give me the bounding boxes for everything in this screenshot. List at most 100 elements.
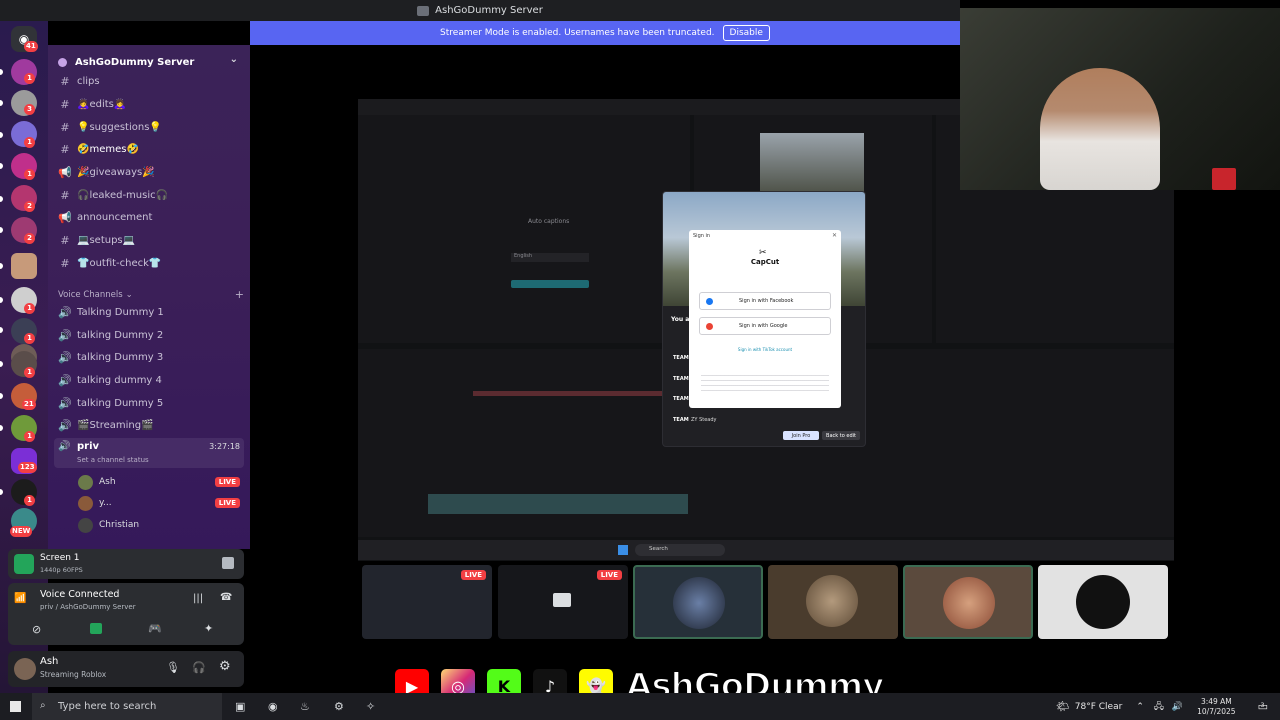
server-icon[interactable] <box>11 253 37 279</box>
rail-badge: 1 <box>24 333 35 344</box>
channel-status[interactable]: Set a channel status <box>77 456 149 464</box>
channel-giveaways[interactable]: 📢 🎉giveaways🎉 <box>58 162 244 182</box>
disable-streamer-button[interactable]: Disable <box>722 25 770 41</box>
channel-label: 🎧leaked-music🎧 <box>77 189 169 201</box>
participant-thumbnail[interactable] <box>903 565 1033 639</box>
facebook-icon <box>706 297 713 305</box>
join-pro-button[interactable]: Join Pro <box>783 431 819 440</box>
stream-thumbnail[interactable]: LIVE <box>362 565 492 639</box>
channel-setups[interactable]: # 💻setups💻 <box>58 230 244 250</box>
channel-edits[interactable]: # 🙇‍♀️edits🙇‍♀️ <box>58 94 244 114</box>
rail-badge: 123 <box>18 462 37 473</box>
app-icon[interactable]: ◉ <box>268 700 278 713</box>
unread-pip <box>0 163 3 169</box>
capcut-media-panel: Auto captions English <box>358 115 690 343</box>
voice-channels-header[interactable]: Voice Channels ⌄ + <box>58 288 244 301</box>
active-voice-channel[interactable]: 🔊 priv 3:27:18 Set a channel status <box>54 438 244 468</box>
announcement-icon: 📢 <box>58 165 72 179</box>
stream-thumbnail[interactable]: LIVE <box>498 565 628 639</box>
language-select[interactable]: English <box>511 253 589 262</box>
network-icon[interactable]: 🖧 <box>1154 699 1164 715</box>
voice-channel[interactable]: 🔊 talking dummy 4 <box>58 370 244 390</box>
channel-outfit-check[interactable]: # 👕outfit-check👕 <box>58 253 244 273</box>
channel-announcement[interactable]: 📢 announcement <box>58 207 244 227</box>
facebook-sign-in-button[interactable]: Sign in with Facebook <box>699 292 831 310</box>
taskbar-clock[interactable]: 3:49 AM 10/7/2025 <box>1197 697 1235 717</box>
back-to-edit-button[interactable]: Back to edit <box>822 431 860 440</box>
channel-clips[interactable]: # clips <box>58 71 244 91</box>
voice-channel[interactable]: 🔊 talking Dummy 3 <box>58 347 244 367</box>
search-placeholder: Type here to search <box>58 701 157 712</box>
stop-stream-icon[interactable] <box>222 557 234 569</box>
close-icon[interactable]: ✕ <box>832 232 837 239</box>
notification-icon[interactable]: ▭ 3 <box>1258 700 1268 713</box>
team-label: TEAM <box>673 396 689 402</box>
headphones-icon[interactable]: 🎧 <box>192 661 206 674</box>
voice-channel[interactable]: 🔊 talking Dummy 2 <box>58 325 244 345</box>
rail-badge: 1 <box>24 73 35 84</box>
speaker-icon: 🔊 <box>58 350 72 364</box>
channel-leaked-music[interactable]: # 🎧leaked-music🎧 <box>58 185 244 205</box>
taskbar-search[interactable]: ⌕ Type here to search <box>32 693 222 720</box>
hash-icon: # <box>60 97 70 111</box>
discord-app-icon <box>417 5 430 16</box>
steam-icon[interactable]: ♨ <box>300 700 310 713</box>
voice-member[interactable]: Christian <box>78 516 240 534</box>
unread-pip <box>0 227 3 233</box>
screen-share-button-icon[interactable] <box>90 623 102 634</box>
voice-channel[interactable]: 🔊 🎬Streaming🎬 <box>58 415 244 435</box>
settings-icon[interactable]: ⚙ <box>219 659 231 674</box>
unread-pip <box>0 327 3 333</box>
voice-channel[interactable]: 🔊 talking Dummy 5 <box>58 393 244 413</box>
hash-icon: # <box>60 74 70 88</box>
voice-channel-label: talking dummy 4 <box>77 374 162 386</box>
tiktok-sign-in-link[interactable]: Sign in with TikTok account <box>689 347 841 352</box>
generate-button[interactable] <box>511 280 589 288</box>
voice-connected-sub[interactable]: priv / AshGoDummy Server <box>40 603 136 611</box>
sign-in-dialog: Sign in ✕ ✂ CapCut Sign in with Facebook… <box>689 230 841 408</box>
google-sign-in-button[interactable]: Sign in with Google <box>699 317 831 335</box>
chevron-up-icon[interactable]: ⌃ <box>1136 702 1144 712</box>
avatar[interactable] <box>14 658 36 680</box>
voice-channel-label: talking Dummy 5 <box>77 397 164 409</box>
participant-thumbnail[interactable] <box>633 565 763 639</box>
voice-channel[interactable]: 🔊 Talking Dummy 1 <box>58 302 244 322</box>
windows-start-icon[interactable] <box>10 701 21 712</box>
participant-thumbnail[interactable] <box>768 565 898 639</box>
add-channel-icon[interactable]: + <box>235 288 244 301</box>
terms-notice <box>701 375 829 391</box>
voice-member[interactable]: Ash LIVE <box>78 473 240 491</box>
noise-suppression-icon[interactable]: ||| <box>193 593 203 604</box>
settings-icon[interactable]: ⚙ <box>334 700 344 713</box>
channel-suggestions[interactable]: # 💡suggestions💡 <box>58 117 244 137</box>
member-name: Christian <box>99 520 140 530</box>
live-badge: LIVE <box>214 477 240 487</box>
window-titlebar: AshGoDummy Server <box>0 0 960 21</box>
channel-memes[interactable]: # 🤣memes🤣 <box>58 139 244 159</box>
weather-text[interactable]: 78°F Clear <box>1075 702 1123 712</box>
channel-label: 🤣memes🤣 <box>77 143 139 155</box>
copilot-icon[interactable]: ✧ <box>366 700 375 713</box>
team-row-name: ZY Steady <box>691 417 717 423</box>
rail-badge: 1 <box>24 431 35 442</box>
voice-member[interactable]: y... LIVE <box>78 494 240 512</box>
chevron-down-icon[interactable]: ⌄ <box>230 54 238 65</box>
volume-icon[interactable]: 🔊 <box>1172 702 1183 712</box>
user-panel: Ash Streaming Roblox 🎙 🎧 ⚙ <box>8 651 244 687</box>
capcut-logo-text: CapCut <box>750 258 780 266</box>
screen-share-title: Screen 1 <box>40 553 80 563</box>
channel-label: 💡suggestions💡 <box>77 121 162 133</box>
voice-channel-label: talking Dummy 3 <box>77 351 164 363</box>
member-name: Ash <box>99 477 116 487</box>
microphone-icon[interactable]: 🎙 <box>166 661 180 674</box>
avatar <box>673 577 725 629</box>
unread-pip <box>0 361 3 367</box>
activity-icon[interactable]: 🎮 <box>148 622 162 635</box>
screen-share-panel: Screen 1 1440p 60FPS <box>8 549 244 579</box>
rail-badge: 1 <box>24 303 35 314</box>
camera-off-icon[interactable]: ⊘ <box>32 623 41 636</box>
disconnect-icon[interactable]: ☎ <box>220 592 232 603</box>
soundboard-icon[interactable]: ✦ <box>204 622 213 635</box>
participant-thumbnail[interactable] <box>1038 565 1168 639</box>
task-view-icon[interactable]: ▣ <box>235 700 245 713</box>
